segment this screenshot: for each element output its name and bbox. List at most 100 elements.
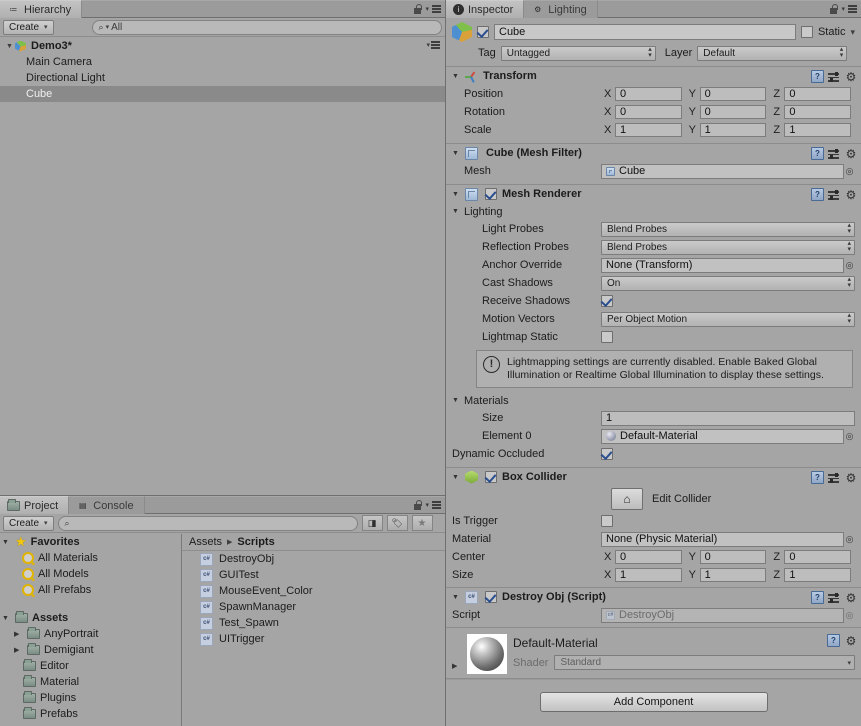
help-icon[interactable]: ?: [811, 188, 824, 201]
scale-y-input[interactable]: 1: [699, 123, 767, 137]
hierarchy-item-main-camera[interactable]: Main Camera: [0, 54, 445, 70]
chevron-down-icon[interactable]: ▼: [452, 150, 461, 157]
project-assets-row[interactable]: ▼ Assets: [0, 610, 181, 626]
gear-icon[interactable]: ⚙: [845, 592, 857, 604]
chevron-right-icon[interactable]: ▶: [14, 646, 23, 654]
gear-icon[interactable]: ⚙: [845, 71, 857, 83]
rotation-z-input[interactable]: 0: [784, 105, 852, 119]
light-probes-dropdown[interactable]: Blend Probes ▴ ▾: [601, 221, 855, 237]
add-component-button[interactable]: Add Component: [539, 692, 768, 712]
motion-vectors-dropdown[interactable]: Per Object Motion ▴ ▾: [601, 311, 855, 327]
object-picker-icon[interactable]: ◎: [844, 429, 855, 444]
tab-project[interactable]: Project: [0, 496, 70, 514]
scale-z-input[interactable]: 1: [784, 123, 852, 137]
chevron-right-icon[interactable]: ▶: [14, 630, 23, 638]
chevron-down-icon[interactable]: ▼: [452, 397, 461, 404]
asset-item-uitrigger[interactable]: c# UITrigger: [182, 631, 445, 647]
object-picker-icon[interactable]: ◎: [844, 164, 855, 179]
edit-collider-button[interactable]: ⌂: [611, 488, 643, 510]
anchor-override-object-field[interactable]: None (Transform): [601, 257, 844, 273]
project-favorites-row[interactable]: ▼ ★ Favorites: [0, 534, 181, 550]
chevron-down-icon[interactable]: ▼: [452, 208, 461, 215]
preset-icon[interactable]: [828, 591, 841, 604]
chevron-down-icon[interactable]: ▼: [452, 191, 461, 198]
layer-dropdown[interactable]: Default ▴ ▾: [697, 45, 848, 61]
lock-icon[interactable]: [413, 500, 422, 510]
project-folder-editor[interactable]: Editor: [0, 658, 181, 674]
tag-dropdown[interactable]: Untagged ▴ ▾: [500, 45, 656, 61]
center-y-input[interactable]: 0: [699, 550, 767, 564]
chevron-down-icon[interactable]: ▼: [452, 474, 461, 481]
component-header-transform[interactable]: ▼ Transform ? ⚙: [446, 66, 861, 85]
help-icon[interactable]: ?: [811, 147, 824, 160]
mesh-object-field[interactable]: Cube: [601, 163, 844, 179]
panel-menu-icon[interactable]: [432, 501, 441, 509]
filter-by-type-icon[interactable]: ◨: [361, 515, 383, 531]
help-icon[interactable]: ?: [827, 634, 840, 647]
gear-icon[interactable]: ⚙: [845, 635, 857, 647]
materials-foldout-row[interactable]: ▼ Materials: [446, 392, 861, 409]
project-folder-plugins[interactable]: Plugins: [0, 690, 181, 706]
help-icon[interactable]: ?: [811, 591, 824, 604]
hierarchy-item-cube[interactable]: Cube: [0, 86, 445, 102]
chevron-down-icon[interactable]: ▼: [2, 615, 11, 622]
static-checkbox[interactable]: [800, 26, 813, 38]
panel-menu-icon[interactable]: [848, 5, 857, 13]
size-y-input[interactable]: 1: [699, 568, 767, 582]
project-search-input[interactable]: ⌕: [57, 515, 358, 531]
chevron-down-icon[interactable]: ▾: [425, 501, 429, 509]
tab-lighting[interactable]: ⚙ Lighting: [524, 0, 598, 18]
project-favorite-all-prefabs[interactable]: All Prefabs: [0, 582, 181, 598]
component-header-destroy-obj-script[interactable]: ▼ c# Destroy Obj (Script) ? ⚙: [446, 587, 861, 606]
cast-shadows-dropdown[interactable]: On ▴ ▾: [601, 275, 855, 291]
center-z-input[interactable]: 0: [784, 550, 852, 564]
asset-item-test-spawn[interactable]: c# Test_Spawn: [182, 615, 445, 631]
chevron-right-icon[interactable]: ▶: [452, 662, 461, 670]
lighting-foldout-row[interactable]: ▼ Lighting: [446, 203, 861, 220]
is-trigger-checkbox[interactable]: [601, 515, 613, 527]
lock-icon[interactable]: [413, 4, 422, 14]
tab-console[interactable]: ▤ Console: [69, 496, 145, 514]
position-y-input[interactable]: 0: [699, 87, 767, 101]
materials-element0-object-field[interactable]: Default-Material: [601, 428, 844, 444]
hierarchy-item-directional-light[interactable]: Directional Light: [0, 70, 445, 86]
collider-material-object-field[interactable]: None (Physic Material): [601, 531, 844, 547]
gear-icon[interactable]: ⚙: [845, 472, 857, 484]
project-folder-material[interactable]: Material: [0, 674, 181, 690]
component-header-box-collider[interactable]: ▼ Box Collider ? ⚙: [446, 467, 861, 486]
project-folder-anyportrait[interactable]: ▶ AnyPortrait: [0, 626, 181, 642]
breadcrumb-root[interactable]: Assets: [189, 536, 222, 548]
panel-menu-icon[interactable]: [432, 5, 441, 13]
project-favorite-all-models[interactable]: All Models: [0, 566, 181, 582]
static-dropdown-icon[interactable]: ▾: [850, 27, 855, 38]
position-z-input[interactable]: 0: [784, 87, 852, 101]
asset-item-guitest[interactable]: c# GUITest: [182, 567, 445, 583]
preset-icon[interactable]: [828, 188, 841, 201]
position-x-input[interactable]: 0: [615, 87, 682, 101]
dynamic-occluded-checkbox[interactable]: [601, 448, 613, 460]
gameobject-active-checkbox[interactable]: [477, 26, 489, 38]
filter-by-label-icon[interactable]: 🏷: [386, 515, 408, 531]
mesh-renderer-enabled-checkbox[interactable]: [485, 188, 497, 200]
size-x-input[interactable]: 1: [615, 568, 682, 582]
hierarchy-scene-row[interactable]: ▼ Demo3* ▾: [0, 38, 445, 54]
tab-inspector[interactable]: i Inspector: [446, 0, 525, 18]
center-x-input[interactable]: 0: [615, 550, 682, 564]
preset-icon[interactable]: [828, 147, 841, 160]
size-z-input[interactable]: 1: [784, 568, 852, 582]
lock-icon[interactable]: [829, 4, 838, 14]
chevron-down-icon[interactable]: ▼: [452, 73, 461, 80]
preset-icon[interactable]: [828, 70, 841, 83]
receive-shadows-checkbox[interactable]: [601, 295, 613, 307]
script-enabled-checkbox[interactable]: [485, 591, 497, 603]
materials-size-input[interactable]: 1: [601, 410, 855, 426]
lightmap-static-checkbox[interactable]: [601, 331, 613, 343]
asset-item-spawnmanager[interactable]: c# SpawnManager: [182, 599, 445, 615]
preset-icon[interactable]: [828, 471, 841, 484]
hierarchy-search-input[interactable]: ⌕ ▾ All: [91, 19, 442, 35]
project-folder-demigiant[interactable]: ▶ Demigiant: [0, 642, 181, 658]
project-folder-prefabs[interactable]: Prefabs: [0, 706, 181, 722]
component-header-mesh-renderer[interactable]: ▼ Mesh Renderer ? ⚙: [446, 184, 861, 203]
shader-dropdown[interactable]: Standard ▾: [554, 655, 855, 670]
chevron-down-icon[interactable]: ▼: [452, 594, 461, 601]
